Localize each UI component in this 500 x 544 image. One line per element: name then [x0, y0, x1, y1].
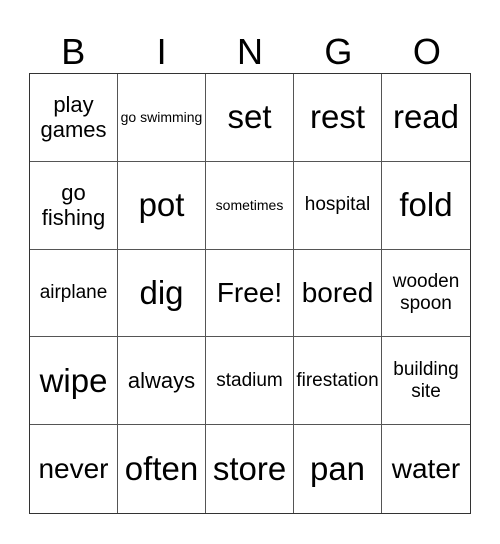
bingo-cell[interactable]: set [206, 74, 294, 162]
bingo-cell[interactable]: often [118, 425, 206, 513]
bingo-cell[interactable]: rest [294, 74, 382, 162]
bingo-cell[interactable]: hospital [294, 161, 382, 250]
bingo-cell[interactable]: go swimming [118, 74, 206, 162]
bingo-header: B I N G O [29, 30, 471, 73]
header-letter-i: I [156, 31, 167, 72]
header-letter-n: N [237, 31, 264, 72]
bingo-cell[interactable]: pot [118, 161, 206, 250]
bingo-cell[interactable]: sometimes [206, 161, 294, 250]
bingo-cell[interactable]: always [118, 337, 206, 426]
bingo-cell[interactable]: wipe [30, 337, 118, 426]
bingo-cell[interactable]: building site [382, 337, 470, 426]
bingo-cell[interactable]: airplane [30, 249, 118, 338]
bingo-cell[interactable]: wooden spoon [382, 250, 470, 338]
bingo-cell[interactable]: read [382, 74, 470, 162]
bingo-cell[interactable]: go fishing [30, 161, 118, 250]
bingo-cell[interactable]: stadium [206, 337, 294, 426]
header-letter-b: B [61, 31, 86, 72]
bingo-cell[interactable]: bored [294, 249, 382, 338]
bingo-cell[interactable]: never [30, 425, 118, 513]
free-space-cell[interactable]: Free! [206, 249, 294, 338]
bingo-cell[interactable]: water [382, 425, 470, 513]
bingo-cell[interactable]: dig [118, 249, 206, 338]
header-letter-o: O [412, 31, 441, 72]
header-letter-g: G [324, 31, 353, 72]
bingo-cell[interactable]: pan [294, 425, 382, 513]
bingo-cell[interactable]: fold [382, 162, 470, 250]
bingo-grid: play games go swimming set rest read go fishi… [29, 73, 471, 514]
bingo-cell[interactable]: play games [30, 74, 118, 162]
bingo-cell[interactable]: firestation [294, 337, 382, 426]
bingo-cell[interactable]: store [206, 425, 294, 513]
